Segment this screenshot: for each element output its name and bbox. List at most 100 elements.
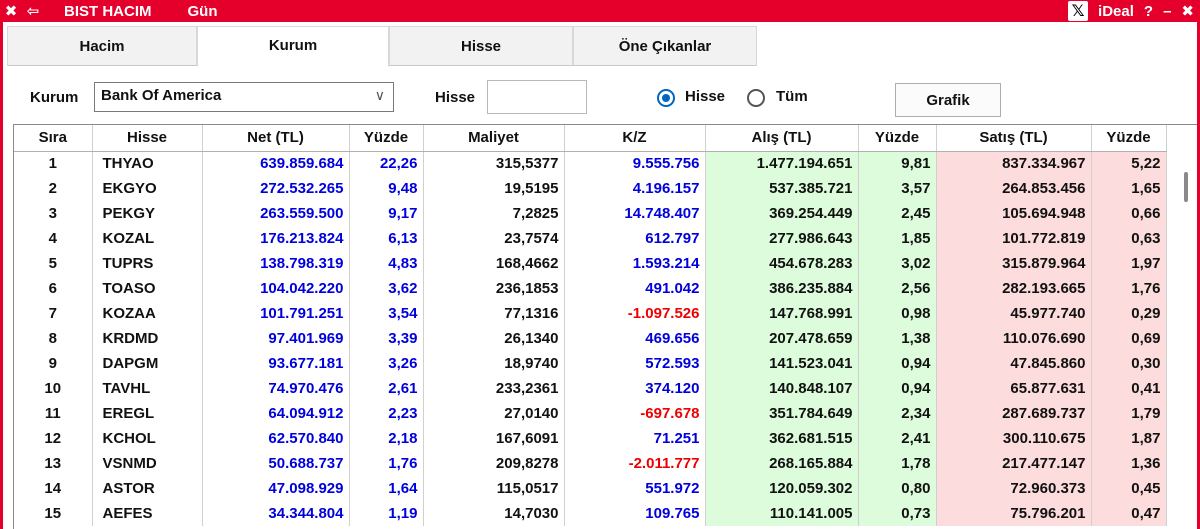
help-button[interactable]: ? — [1144, 3, 1153, 20]
radio-tum-label[interactable]: Tüm — [776, 88, 808, 105]
column-header[interactable]: K/Z — [564, 125, 706, 152]
table-row[interactable]: 9 DAPGM 93.677.181 3,26 18,9740 572.593 141.52… — [14, 351, 1167, 376]
chevron-down-icon[interactable]: ∨ — [375, 87, 385, 104]
close-window-icon[interactable]: ✖ — [0, 2, 22, 20]
minimize-button[interactable]: – — [1163, 3, 1171, 20]
table-cell: 1.477.194.651 — [705, 151, 859, 176]
table-row[interactable]: 7 KOZAA 101.791.251 3,54 77,1316 -1.097.526 14… — [14, 301, 1167, 326]
hisse-input[interactable] — [487, 80, 587, 114]
vertical-scrollbar[interactable] — [1176, 125, 1197, 529]
tab-hacim[interactable]: Hacim — [7, 26, 197, 66]
table-cell: 3,54 — [349, 301, 424, 326]
table-cell: 639.859.684 — [202, 151, 350, 176]
kurum-dropdown[interactable]: Bank Of America ∨ — [94, 82, 394, 112]
table-row[interactable]: 14 ASTOR 47.098.929 1,64 115,0517 551.972 120.… — [14, 476, 1167, 501]
column-header[interactable]: Alış (TL) — [705, 125, 859, 152]
table-cell: -1.097.526 — [564, 301, 706, 326]
table-cell: KCHOL — [92, 426, 203, 451]
table-cell: THYAO — [92, 151, 203, 176]
column-header[interactable]: Yüzde — [349, 125, 424, 152]
table-cell: 0,94 — [858, 376, 937, 401]
table-cell: KRDMD — [92, 326, 203, 351]
table-cell: 207.478.659 — [705, 326, 859, 351]
table-cell: 13 — [14, 451, 93, 476]
tab-kurum[interactable]: Kurum — [197, 26, 389, 67]
table-cell: 0,29 — [1091, 301, 1167, 326]
table-cell: 1,78 — [858, 451, 937, 476]
x-logo-icon[interactable]: 𝕏 — [1068, 1, 1089, 21]
tab-one-cikanlar[interactable]: Öne Çıkanlar — [573, 26, 757, 66]
table-cell: 93.677.181 — [202, 351, 350, 376]
table-cell: 369.254.449 — [705, 201, 859, 226]
table-cell: 8 — [14, 326, 93, 351]
table-row[interactable]: 2 EKGYO 272.532.265 9,48 19,5195 4.196.157 537… — [14, 176, 1167, 201]
filter-bar: Kurum Bank Of America ∨ Hisse Hisse Tüm … — [3, 77, 1197, 117]
table-body: 1 THYAO 639.859.684 22,26 315,5377 9.555.756 1… — [14, 151, 1167, 526]
table-cell: AEFES — [92, 501, 203, 526]
table-cell: 101.791.251 — [202, 301, 350, 326]
table-row[interactable]: 3 PEKGY 263.559.500 9,17 7,2825 14.748.407 369… — [14, 201, 1167, 226]
period-selector[interactable]: Gün — [188, 3, 218, 20]
tab-hisse[interactable]: Hisse — [389, 26, 573, 66]
table-row[interactable]: 5 TUPRS 138.798.319 4,83 168,4662 1.593.214 45… — [14, 251, 1167, 276]
table-cell: ASTOR — [92, 476, 203, 501]
table-row[interactable]: 1 THYAO 639.859.684 22,26 315,5377 9.555.756 1… — [14, 151, 1167, 176]
column-header[interactable]: Hisse — [92, 125, 203, 152]
table-cell: 9.555.756 — [564, 151, 706, 176]
table-cell: 469.656 — [564, 326, 706, 351]
table-cell: 22,26 — [349, 151, 424, 176]
table-cell: 268.165.884 — [705, 451, 859, 476]
table-cell: 0,73 — [858, 501, 937, 526]
table-row[interactable]: 12 KCHOL 62.570.840 2,18 167,6091 71.251 362.6… — [14, 426, 1167, 451]
table-cell: 72.960.373 — [936, 476, 1092, 501]
column-header[interactable]: Satış (TL) — [936, 125, 1092, 152]
grafik-button[interactable]: Grafik — [895, 83, 1001, 117]
table-cell: -2.011.777 — [564, 451, 706, 476]
tab-bar: Hacim Kurum Hisse Öne Çıkanlar — [7, 26, 757, 67]
table-cell: 837.334.967 — [936, 151, 1092, 176]
table-row[interactable]: 13 VSNMD 50.688.737 1,76 209,8278 -2.011.777 2… — [14, 451, 1167, 476]
table-cell: 11 — [14, 401, 93, 426]
table-cell: 315,5377 — [423, 151, 565, 176]
hisse-label: Hisse — [435, 89, 476, 106]
table-cell: DAPGM — [92, 351, 203, 376]
table-cell: 7 — [14, 301, 93, 326]
table-cell: 351.784.649 — [705, 401, 859, 426]
table-row[interactable]: 11 EREGL 64.094.912 2,23 27,0140 -697.678 351.… — [14, 401, 1167, 426]
radio-hisse[interactable] — [657, 89, 675, 107]
data-grid[interactable]: Sıra Hisse Net (TL) Yüzde Maliyet K/Z Alış (TL… — [13, 124, 1197, 529]
table-row[interactable]: 8 KRDMD 97.401.969 3,39 26,1340 469.656 207.47… — [14, 326, 1167, 351]
table-cell: 1,76 — [349, 451, 424, 476]
scrollbar-thumb[interactable] — [1184, 172, 1188, 202]
table-cell: 15 — [14, 501, 93, 526]
table-cell: 287.689.737 — [936, 401, 1092, 426]
radio-hisse-label[interactable]: Hisse — [685, 88, 725, 105]
close-button[interactable]: ✖ — [1181, 2, 1194, 20]
column-header[interactable]: Yüzde — [1091, 125, 1167, 152]
table-row[interactable]: 4 KOZAL 176.213.824 6,13 23,7574 612.797 277.9… — [14, 226, 1167, 251]
table-row[interactable]: 6 TOASO 104.042.220 3,62 236,1853 491.042 386.… — [14, 276, 1167, 301]
data-table: Sıra Hisse Net (TL) Yüzde Maliyet K/Z Alış (TL… — [14, 125, 1167, 526]
column-header[interactable]: Net (TL) — [202, 125, 350, 152]
table-cell: 3 — [14, 201, 93, 226]
table-cell: 64.094.912 — [202, 401, 350, 426]
column-header[interactable]: Yüzde — [858, 125, 937, 152]
back-arrow-icon[interactable]: ⇦ — [22, 2, 44, 20]
table-cell: 0,30 — [1091, 351, 1167, 376]
table-row[interactable]: 10 TAVHL 74.970.476 2,61 233,2361 374.120 140.… — [14, 376, 1167, 401]
table-cell: 0,66 — [1091, 201, 1167, 226]
table-cell: 2,34 — [858, 401, 937, 426]
table-cell: KOZAL — [92, 226, 203, 251]
table-cell: 14,7030 — [423, 501, 565, 526]
table-cell: 1,64 — [349, 476, 424, 501]
column-header[interactable]: Sıra — [14, 125, 93, 152]
table-row[interactable]: 15 AEFES 34.344.804 1,19 14,7030 109.765 110.1… — [14, 501, 1167, 526]
column-header[interactable]: Maliyet — [423, 125, 565, 152]
table-cell: 537.385.721 — [705, 176, 859, 201]
radio-tum[interactable] — [747, 89, 765, 107]
table-cell: TAVHL — [92, 376, 203, 401]
table-cell: 9 — [14, 351, 93, 376]
table-cell: 1,38 — [858, 326, 937, 351]
table-cell: 0,47 — [1091, 501, 1167, 526]
main-panel: Hacim Kurum Hisse Öne Çıkanlar Kurum Ban… — [3, 22, 1197, 529]
